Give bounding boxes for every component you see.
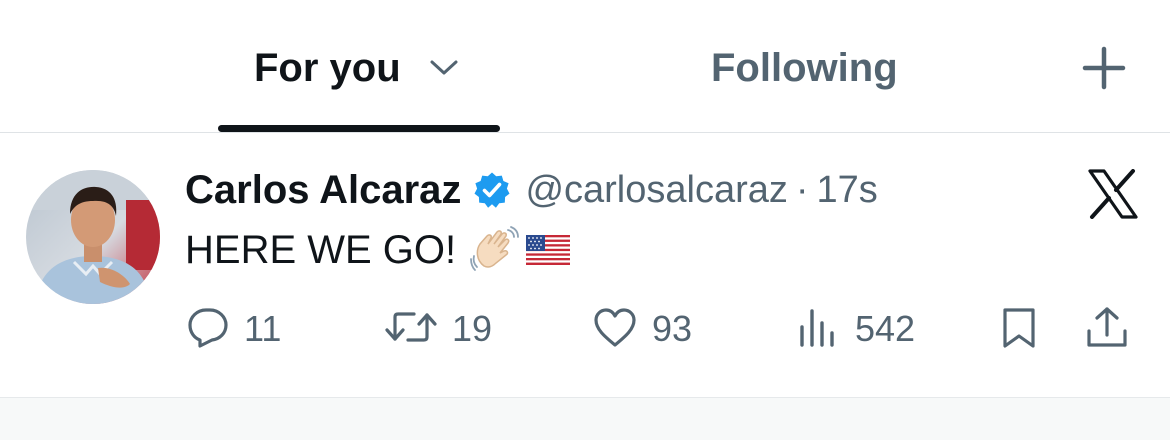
reply-icon (186, 305, 230, 354)
bookmark-icon (997, 305, 1041, 354)
tab-following-label: Following (711, 45, 898, 90)
retweet-count: 19 (452, 308, 493, 349)
us-flag-emoji-icon (526, 235, 571, 265)
like-count: 93 (652, 308, 693, 349)
like-button[interactable]: 93 (592, 305, 692, 353)
tweet-actions: 11 19 93 542 (0, 305, 1170, 353)
heart-icon (592, 305, 638, 354)
separator-dot: · (795, 168, 809, 211)
reply-button[interactable]: 11 (186, 305, 281, 353)
timeline-tabs: For you Following (0, 0, 1170, 132)
chevron-down-icon[interactable] (429, 59, 459, 77)
waving-hand-emoji-icon (470, 226, 520, 274)
views-button[interactable]: 542 (797, 305, 915, 353)
active-tab-indicator (218, 125, 500, 132)
x-logo-icon (1087, 169, 1139, 219)
tweet-card[interactable]: Carlos Alcaraz @carlosalcaraz · 17s HERE… (0, 133, 1170, 397)
tweet-text-body: HERE WE GO! (185, 227, 457, 272)
retweet-button[interactable]: 19 (384, 305, 492, 353)
plus-icon[interactable] (1081, 45, 1127, 91)
views-icon (797, 305, 841, 354)
avatar[interactable] (26, 170, 160, 304)
next-tweet-divider (0, 397, 1170, 440)
verified-badge-icon[interactable] (473, 171, 511, 209)
tweet-text: HERE WE GO! (185, 225, 571, 275)
tab-for-you[interactable]: For you (254, 40, 459, 96)
tab-for-you-label: For you (254, 45, 401, 90)
author-handle[interactable]: @carlosalcaraz (525, 169, 787, 212)
share-icon (1085, 305, 1129, 354)
bookmark-button[interactable] (997, 305, 1041, 353)
views-count: 542 (855, 308, 916, 349)
timestamp[interactable]: 17s (817, 169, 878, 212)
tab-following[interactable]: Following (711, 40, 898, 96)
tweet-header: Carlos Alcaraz @carlosalcaraz · 17s (185, 165, 878, 215)
share-button[interactable] (1085, 305, 1129, 353)
author-name[interactable]: Carlos Alcaraz (185, 168, 461, 213)
retweet-icon (384, 305, 438, 354)
reply-count: 11 (244, 308, 282, 349)
